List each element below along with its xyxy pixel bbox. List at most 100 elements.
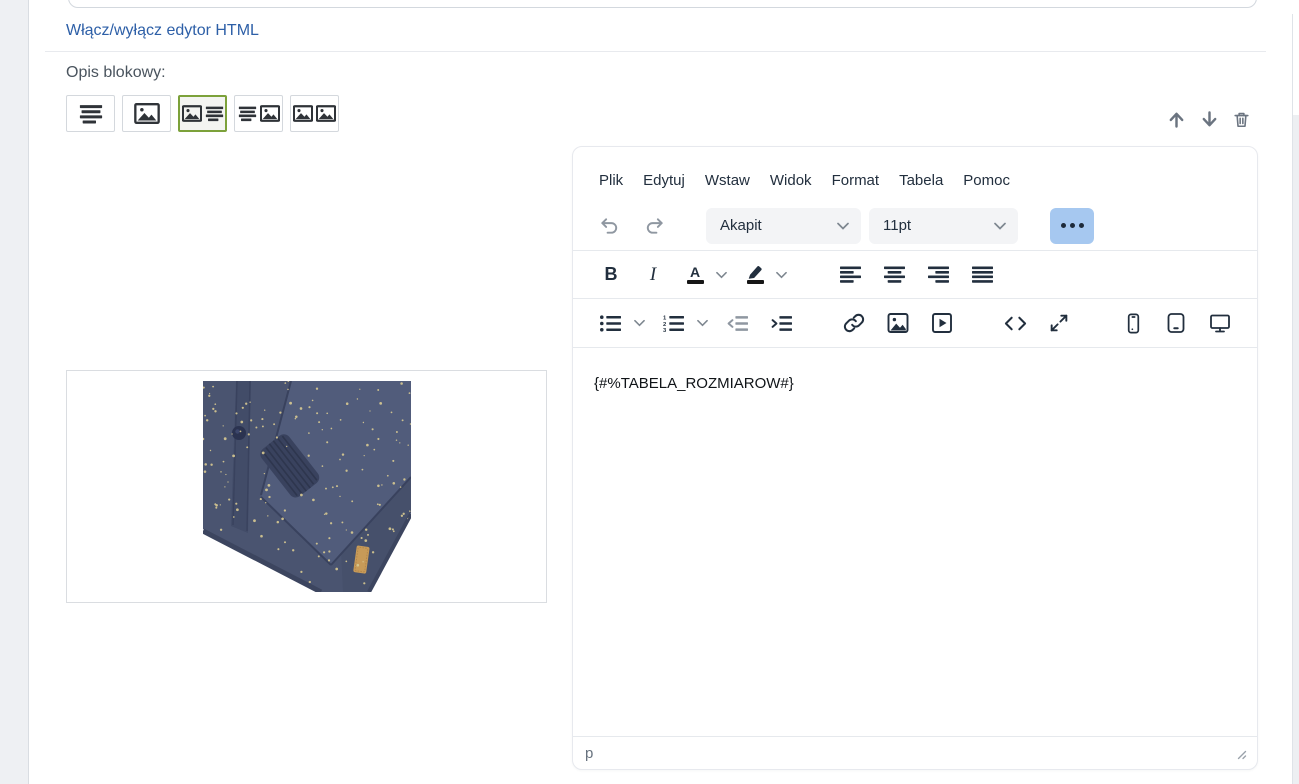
text-color-menu-chevron[interactable] [712,258,730,292]
image-icon [181,105,202,122]
toolbar-row-2: B I A [573,251,1257,299]
highlight-color-menu-chevron[interactable] [772,258,790,292]
block-actions [1166,108,1251,131]
indent-icon [771,315,792,332]
menu-item-edytuj[interactable]: Edytuj [633,168,695,193]
bold-button[interactable]: B [594,258,628,292]
align-center-icon [883,266,905,283]
text-color-button[interactable]: A [678,258,712,292]
align-right-button[interactable] [921,258,955,292]
resize-handle-icon[interactable] [1233,746,1247,760]
outdent-button[interactable] [720,306,754,340]
move-up-button[interactable] [1166,108,1187,131]
section-divider [45,51,1266,52]
right-panel-edge [1293,115,1299,784]
insert-image-button[interactable] [881,306,915,340]
insert-media-button[interactable] [925,306,959,340]
format-select-value: Akapit [720,217,762,234]
italic-button[interactable]: I [636,258,670,292]
html-editor-toggle-link[interactable]: Włącz/wyłącz edytor HTML [66,22,259,40]
preview-tablet-button[interactable] [1159,306,1193,340]
chevron-down-icon [994,222,1006,230]
fullscreen-icon [1048,312,1070,334]
toolbar-overflow-button[interactable] [1050,207,1094,244]
source-code-button[interactable] [998,306,1032,340]
left-panel-edge [0,0,29,784]
layout-option-text-only[interactable] [66,95,115,132]
text-color-icon: A [686,265,704,284]
layout-option-image-only[interactable] [122,95,171,132]
tablet-icon [1164,311,1188,335]
italic-icon: I [649,263,657,285]
trash-icon [1232,108,1251,131]
preview-desktop-button[interactable] [1203,306,1237,340]
toolbar-row-3: 1 2 3 [573,299,1257,348]
fontsize-select-value: 11pt [883,217,912,234]
chevron-down-icon [837,222,849,230]
ellipsis-icon [1060,223,1066,228]
highlight-color-button[interactable] [738,258,772,292]
align-right-icon [927,266,949,283]
fullscreen-button[interactable] [1042,306,1076,340]
link-icon [843,312,865,334]
align-left-button[interactable] [833,258,867,292]
image-icon [293,105,313,122]
menu-item-plik[interactable]: Plik [589,168,633,193]
editor-statusbar: p [573,736,1257,769]
text-lines-icon [205,105,224,122]
bullet-list-icon [599,314,621,332]
layout-option-text-image[interactable] [234,95,283,132]
redo-button[interactable] [637,209,671,243]
text-lines-icon [238,105,257,122]
move-down-button[interactable] [1199,108,1220,131]
redo-icon [643,214,666,237]
layout-option-image-image[interactable] [290,95,339,132]
image-icon [316,105,336,122]
rich-text-editor: Plik Edytuj Wstaw Widok Format Tabela Po… [572,146,1258,770]
code-icon [1004,315,1027,332]
svg-text:1: 1 [663,315,667,321]
insert-link-button[interactable] [837,306,871,340]
toolbar-row-1: Akapit 11pt [573,201,1257,251]
preview-mobile-button[interactable] [1116,306,1150,340]
bullet-list-menu-chevron[interactable] [630,306,648,340]
align-justify-button[interactable] [965,258,999,292]
title-input-remnant[interactable] [68,0,1257,8]
paragraph-format-select[interactable]: Akapit [706,207,861,244]
editor-menubar: Plik Edytuj Wstaw Widok Format Tabela Po… [573,147,1257,201]
numbered-list-menu-chevron[interactable] [693,306,711,340]
image-icon [259,105,280,122]
menu-item-wstaw[interactable]: Wstaw [695,168,760,193]
image-frame-icon [886,311,910,335]
smartphone-icon [1122,312,1145,335]
layout-picker [66,95,339,132]
font-size-select[interactable]: 11pt [869,207,1018,244]
editor-content-area[interactable]: {#%TABELA_ROZMIAROW#} [573,348,1257,736]
delete-block-button[interactable] [1232,108,1251,131]
block-image-preview[interactable] [66,370,547,603]
desktop-icon [1208,311,1232,335]
highlighter-icon [746,265,764,284]
numbered-list-icon: 1 2 3 [663,315,684,332]
arrow-up-icon [1166,108,1187,131]
undo-button[interactable] [592,209,626,243]
menu-item-pomoc[interactable]: Pomoc [953,168,1020,193]
bullet-list-button[interactable] [593,306,627,340]
menu-item-tabela[interactable]: Tabela [889,168,953,193]
align-center-button[interactable] [877,258,911,292]
menu-item-format[interactable]: Format [822,168,890,193]
undo-icon [598,214,621,237]
layout-option-image-text[interactable] [178,95,227,132]
media-play-icon [930,311,954,335]
numbered-list-button[interactable]: 1 2 3 [656,306,690,340]
align-justify-icon [971,266,993,283]
bold-icon: B [604,264,618,284]
element-path[interactable]: p [585,745,593,762]
image-icon [133,103,160,124]
align-left-icon [839,266,861,283]
menu-item-widok[interactable]: Widok [760,168,822,193]
indent-button[interactable] [764,306,798,340]
text-lines-icon [78,104,104,124]
jacket-product-image [202,381,411,592]
svg-text:3: 3 [663,328,667,332]
